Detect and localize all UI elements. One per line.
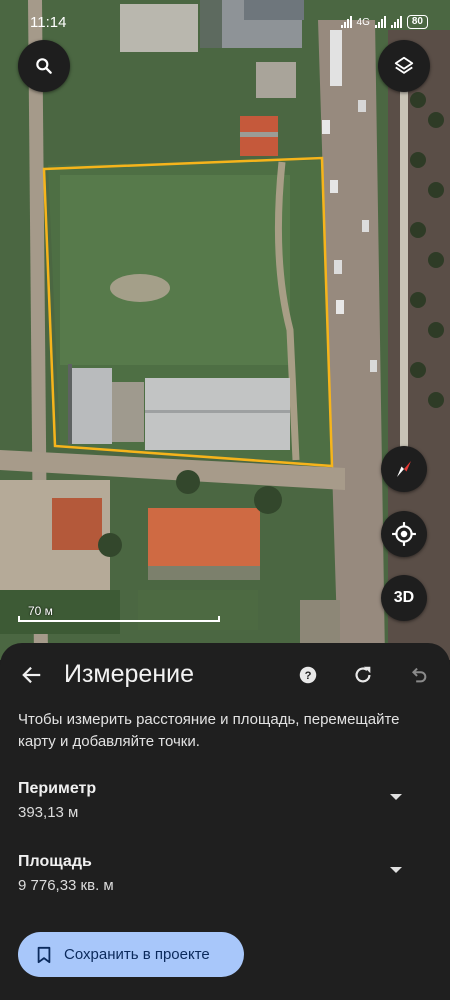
measure-hint: Чтобы измерить расстояние и площадь, пер…: [18, 711, 400, 750]
dropdown-arrow-icon[interactable]: [390, 867, 402, 873]
save-label: Сохранить в проекте: [64, 946, 210, 963]
measure-sheet: Измерение ? Чтобы измерить расстояние и …: [0, 643, 450, 1000]
network-type: 4G: [356, 16, 370, 28]
arrow-back-icon: [22, 666, 41, 684]
compass-icon: [397, 461, 411, 477]
refresh-icon: [355, 666, 371, 683]
undo-icon: [411, 667, 427, 683]
perimeter-value: 393,13 м: [18, 804, 79, 821]
dropdown-arrow-icon[interactable]: [390, 794, 402, 800]
search-icon: [36, 58, 52, 74]
layers-button[interactable]: [378, 40, 430, 92]
undo-button[interactable]: [402, 659, 434, 691]
3d-toggle-button[interactable]: 3D: [381, 575, 427, 621]
signal-icon: [340, 16, 352, 28]
help-button[interactable]: ?: [292, 659, 324, 691]
my-location-button[interactable]: [381, 511, 427, 557]
compass-button[interactable]: [381, 446, 427, 492]
battery-indicator: 80: [406, 15, 428, 29]
bookmark-icon: [37, 946, 51, 963]
sheet-header: Измерение ?: [0, 643, 450, 707]
back-button[interactable]: [16, 659, 48, 691]
search-button[interactable]: [18, 40, 70, 92]
layers-icon: [394, 56, 414, 74]
scale-line: [18, 616, 220, 622]
satellite-imagery: [0, 0, 450, 660]
status-indicators: 4G 80: [340, 15, 428, 29]
help-icon: ?: [299, 666, 317, 684]
reset-button[interactable]: [347, 659, 379, 691]
area-value: 9 776,33 кв. м: [18, 877, 114, 894]
signal-icon-2: [374, 16, 386, 28]
status-time: 11:14: [30, 13, 67, 31]
signal-icon-3: [390, 16, 402, 28]
status-bar: 11:14 4G 80: [0, 0, 450, 44]
sheet-title: Измерение: [64, 660, 195, 688]
3d-label: 3D: [393, 589, 415, 606]
perimeter-row[interactable]: Периметр 393,13 м: [18, 780, 432, 830]
perimeter-label: Периметр: [18, 780, 97, 797]
area-label: Площадь: [18, 853, 92, 870]
area-row[interactable]: Площадь 9 776,33 кв. м: [18, 853, 432, 903]
satellite-map[interactable]: 11:14 4G 80 3D 70 м: [0, 0, 450, 660]
svg-text:?: ?: [305, 670, 312, 682]
save-to-project-button[interactable]: Сохранить в проекте: [18, 932, 244, 977]
my-location-icon: [392, 522, 416, 546]
scale-bar: 70 м: [18, 604, 220, 622]
